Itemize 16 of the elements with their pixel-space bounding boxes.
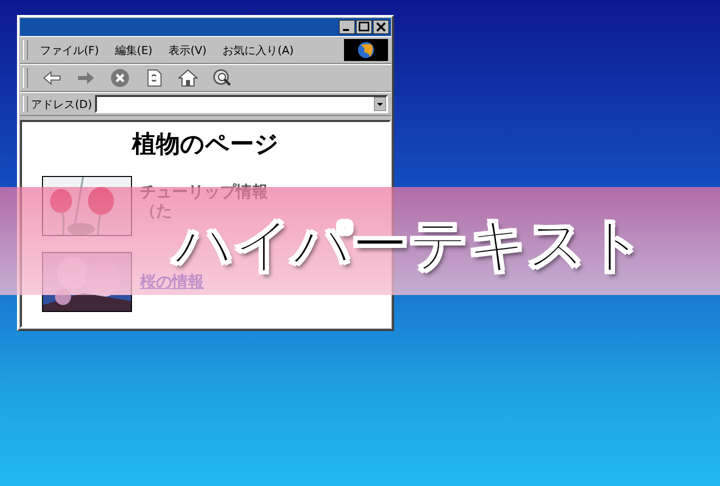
maximize-icon[interactable] [356, 20, 372, 34]
menu-item[interactable]: 編集(E) [110, 42, 156, 58]
menu-item[interactable]: お気に入り(A) [218, 42, 298, 58]
stop-icon[interactable] [110, 68, 130, 88]
search-icon[interactable] [212, 68, 232, 88]
menu-item[interactable]: ファイル(F) [36, 42, 103, 58]
home-icon[interactable] [178, 68, 198, 88]
address-label: アドレス(D) [31, 96, 92, 112]
page-heading: 植物のページ [130, 129, 280, 160]
globe-icon [344, 39, 388, 61]
menu-item[interactable]: 表示(V) [164, 42, 211, 58]
back-arrow-icon[interactable] [42, 68, 62, 88]
close-icon[interactable] [373, 20, 389, 34]
minimize-icon[interactable] [339, 20, 355, 34]
address-field[interactable] [95, 95, 388, 113]
dropdown-caret-icon[interactable] [374, 97, 386, 111]
